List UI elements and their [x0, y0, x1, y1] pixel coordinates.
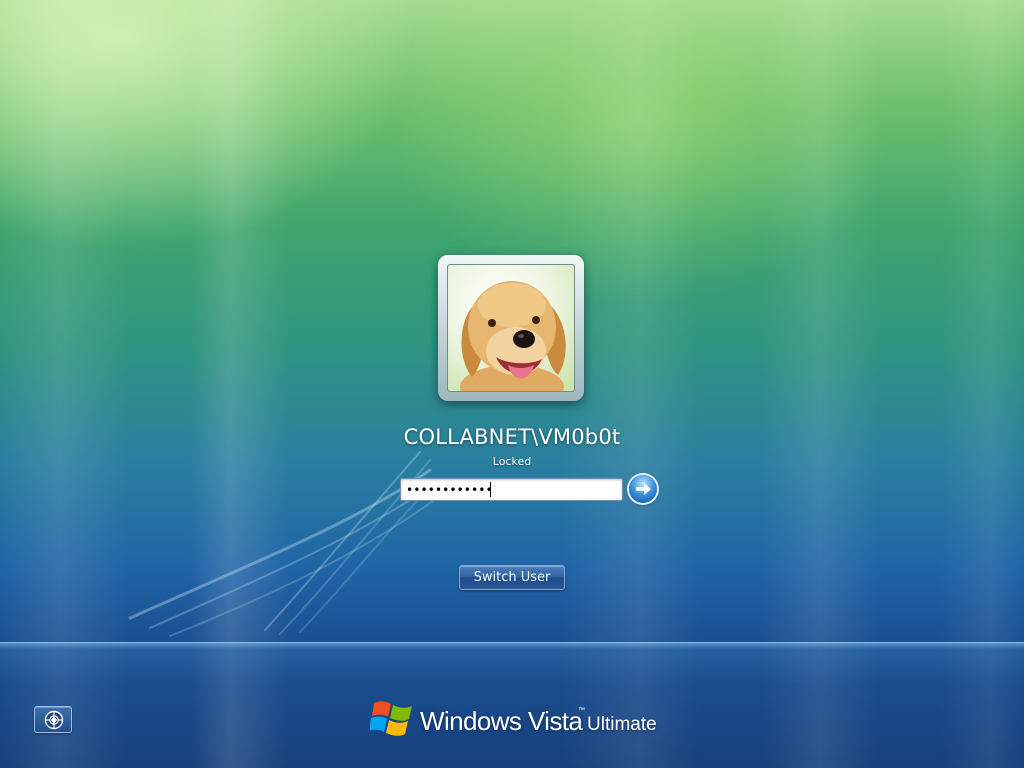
- switch-user-button[interactable]: Switch User: [459, 565, 565, 590]
- arrow-right-icon: [636, 483, 651, 495]
- windows-branding: Windows Vista ™ Ultimate: [370, 697, 670, 742]
- edition-label: Ultimate: [587, 714, 657, 735]
- user-status-label: Locked: [492, 455, 532, 468]
- dog-photo-icon: [447, 264, 575, 392]
- password-field[interactable]: [400, 478, 623, 501]
- windows-flag-icon: [370, 701, 412, 736]
- ease-of-access-button[interactable]: [34, 706, 72, 733]
- user-name: COLLABNET\VM0b0t: [403, 425, 621, 449]
- trademark-symbol: ™: [578, 707, 585, 714]
- text-cursor: [490, 482, 491, 497]
- submit-password-button[interactable]: [629, 475, 657, 503]
- user-picture-frame[interactable]: [438, 255, 584, 401]
- ease-of-access-icon: [44, 710, 64, 730]
- windows-vista-wordmark: Windows Vista: [420, 706, 583, 736]
